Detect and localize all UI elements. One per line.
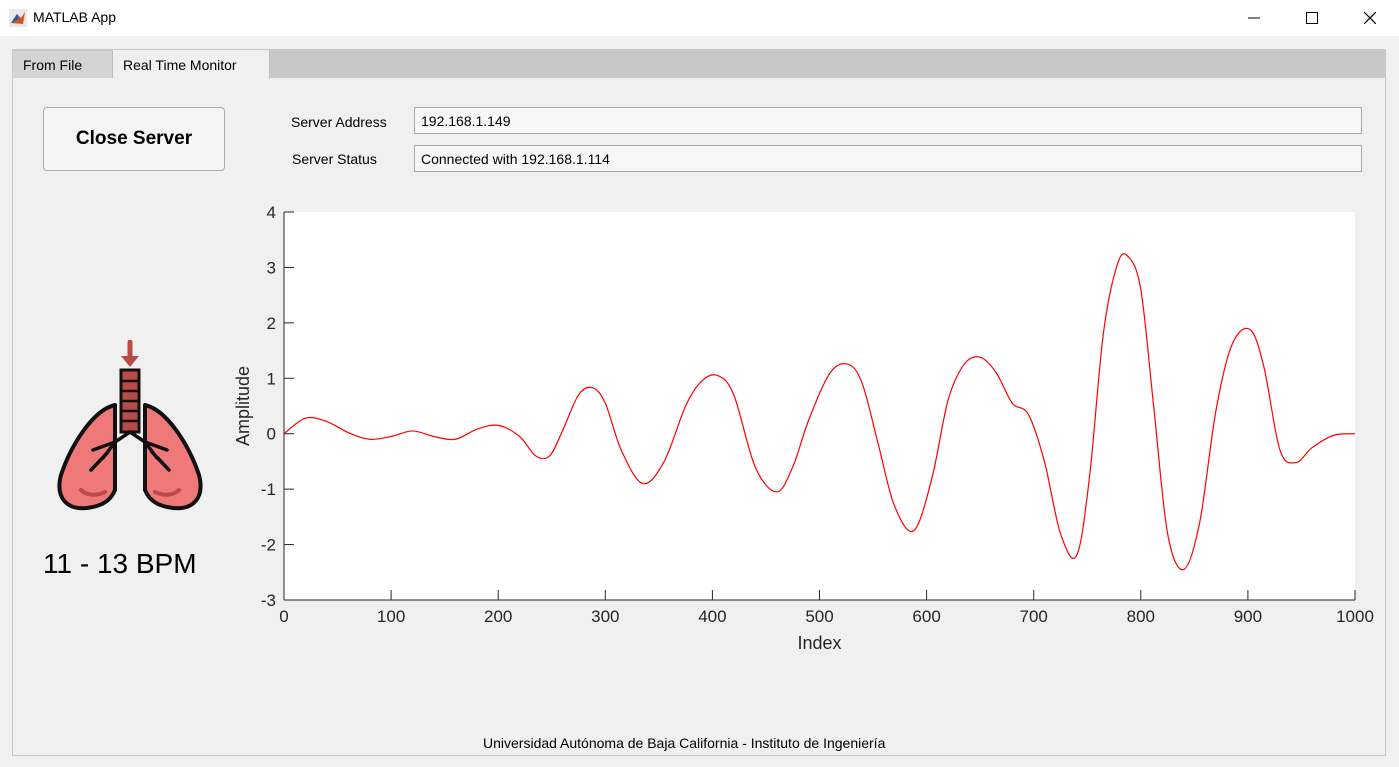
close-server-button[interactable]: Close Server: [43, 107, 225, 171]
y-tick-label: 4: [267, 203, 276, 222]
title-bar: MATLAB App: [0, 0, 1399, 36]
close-window-button[interactable]: [1341, 0, 1399, 36]
y-tick-label: 1: [267, 369, 276, 388]
y-tick-label: -3: [261, 591, 276, 610]
server-address-field[interactable]: 192.168.1.149: [414, 107, 1362, 134]
maximize-button[interactable]: [1283, 0, 1341, 36]
lungs-icon: [57, 340, 203, 511]
y-tick-label: 2: [267, 314, 276, 333]
maximize-icon: [1306, 12, 1318, 24]
server-status-field[interactable]: Connected with 192.168.1.114: [414, 145, 1362, 172]
x-tick-label: 500: [805, 607, 833, 626]
x-tick-label: 600: [912, 607, 940, 626]
minimize-button[interactable]: [1225, 0, 1283, 36]
bpm-readout: 11 - 13 BPM: [43, 548, 197, 579]
tab-from-file[interactable]: From File: [13, 51, 113, 78]
amplitude-chart: 0 100 200 300 400 500 600 700 800 900 1000 -3 -2 -1 0 1…: [233, 203, 1374, 653]
x-tick-label: 100: [377, 607, 405, 626]
y-axis-label: Amplitude: [233, 366, 253, 446]
y-tick-label: -2: [261, 536, 276, 555]
tab-real-time-monitor[interactable]: Real Time Monitor: [113, 50, 270, 79]
footer-credit: Universidad Autónoma de Baja California …: [483, 735, 886, 751]
x-tick-label: 700: [1020, 607, 1048, 626]
close-icon: [1364, 12, 1376, 24]
tab-strip: From File Real Time Monitor: [13, 50, 1385, 79]
x-tick-label: 1000: [1336, 607, 1374, 626]
x-tick-label: 900: [1234, 607, 1262, 626]
minimize-icon: [1248, 17, 1260, 19]
x-tick-label: 800: [1127, 607, 1155, 626]
y-tick-label: 3: [267, 258, 276, 277]
x-tick-label: 200: [484, 607, 512, 626]
y-tick-label: -1: [261, 480, 276, 499]
y-tick-label: 0: [267, 425, 276, 444]
plot-area: [284, 212, 1355, 600]
tab-panel: From File Real Time Monitor Close Server…: [12, 49, 1386, 756]
x-tick-label: 400: [698, 607, 726, 626]
server-status-label: Server Status: [292, 151, 377, 167]
x-tick-label: 0: [279, 607, 288, 626]
server-address-label: Server Address: [291, 114, 387, 130]
matlab-icon: [9, 9, 27, 27]
x-axis-label: Index: [797, 633, 841, 653]
window-title: MATLAB App: [33, 9, 117, 25]
x-tick-label: 300: [591, 607, 619, 626]
